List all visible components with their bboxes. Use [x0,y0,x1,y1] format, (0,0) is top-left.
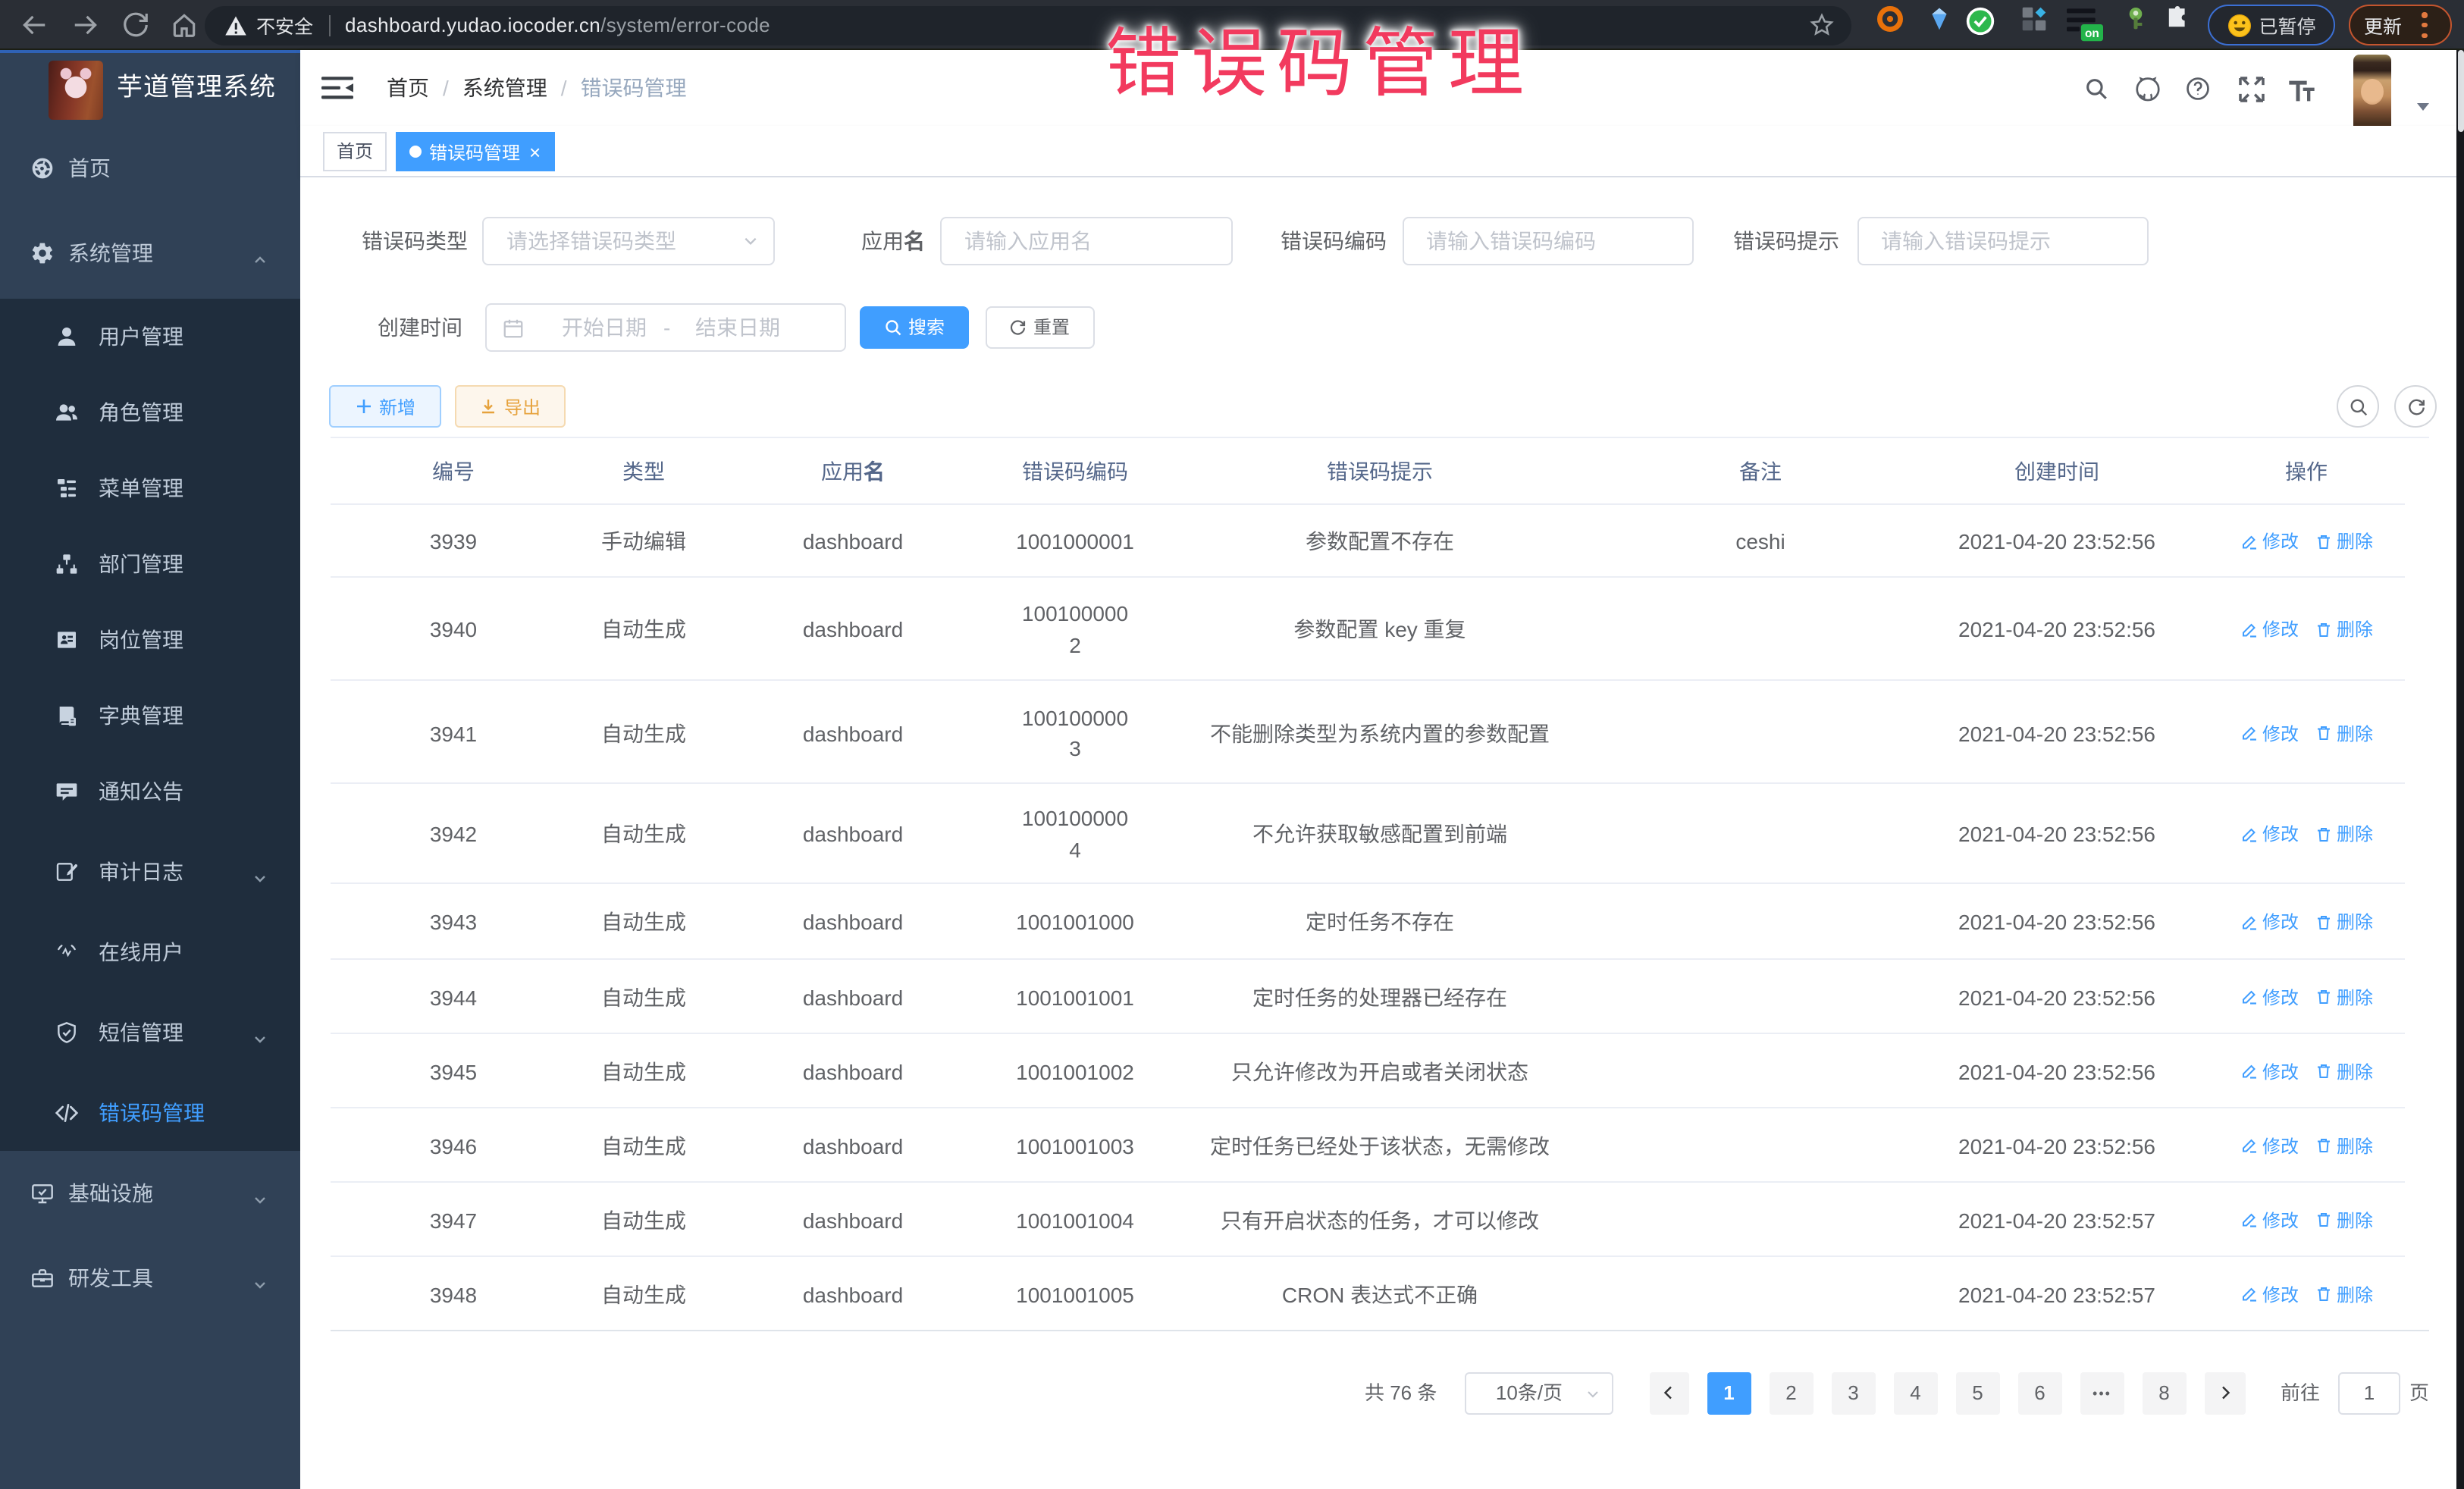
svg-text:on: on [2085,27,2099,40]
